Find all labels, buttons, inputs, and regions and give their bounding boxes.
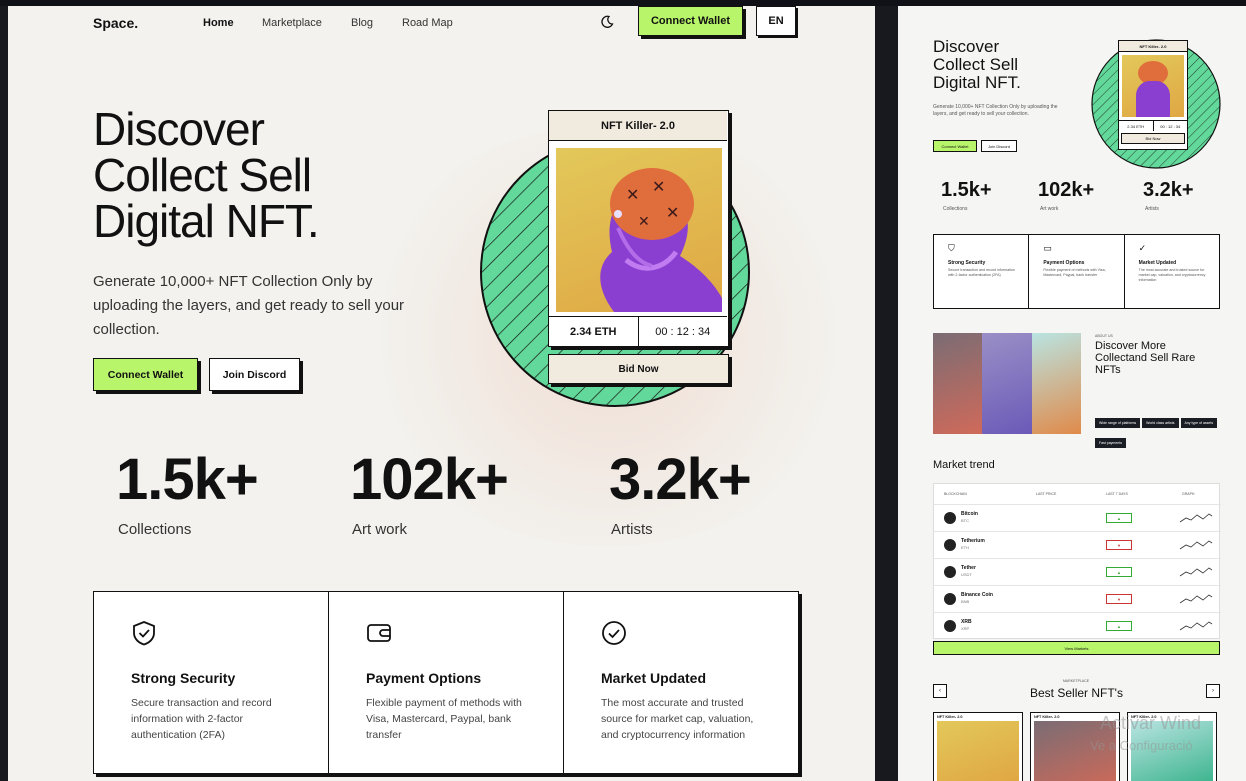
hero-description: Generate 10,000+ NFT Collection Only by … bbox=[93, 273, 405, 338]
preview-feature-2: ▭ Payment Options Flexible payment of me… bbox=[1029, 235, 1125, 308]
shield-check-icon bbox=[133, 621, 155, 646]
hero-title: Discover Collect Sell Digital NFT. bbox=[93, 103, 320, 247]
full-page-preview: Discover Collect Sell Digital NFT. Generat… bbox=[898, 6, 1246, 781]
nav-blog[interactable]: Blog bbox=[351, 17, 373, 29]
feature-title: Market Updated bbox=[601, 670, 707, 686]
logo[interactable]: Space. bbox=[93, 15, 138, 31]
check-circle-icon: ✓ bbox=[1138, 243, 1147, 253]
table-row[interactable]: XRB XRP ▲ bbox=[934, 612, 1221, 639]
table-row[interactable]: Bitcoin BTC ▲ bbox=[934, 504, 1221, 531]
preview-nft-artwork bbox=[1122, 55, 1184, 117]
nft-timer: 00 : 12 : 34 bbox=[638, 316, 727, 346]
table-row[interactable]: Tetherium ETH ▼ bbox=[934, 531, 1221, 558]
svg-text:✕: ✕ bbox=[652, 177, 665, 196]
preview-connect-wallet-button[interactable]: Connect Wallet bbox=[933, 140, 977, 152]
preview-hero-title: Discover Collect Sell Digital NFT. bbox=[933, 37, 1021, 92]
moon-icon[interactable] bbox=[600, 15, 614, 29]
svg-text:✕: ✕ bbox=[626, 185, 639, 204]
feature-market-updated: Market Updated The most accurate and tru… bbox=[564, 592, 798, 773]
svg-text:✕: ✕ bbox=[666, 203, 679, 222]
nft-price: 2.34 ETH bbox=[549, 316, 639, 346]
nft-artwork-image: ✕ ✕ ✕ ✕ bbox=[556, 148, 722, 312]
table-row[interactable]: Tether USDT ▲ bbox=[934, 558, 1221, 585]
nft-card-frame: NFT Killer- 2.0 ✕ ✕ ✕ ✕ 2.34 ETH 00 : 12… bbox=[548, 110, 729, 347]
preview-nft-card[interactable]: NFT Killer- 2.0 2.34 ETH 00 : 12 : 34 Bi… bbox=[1118, 40, 1188, 150]
windows-activation-watermark-sub: Ve a Configuració bbox=[1090, 738, 1193, 753]
preview-stat-2: 102k+ bbox=[1038, 179, 1095, 201]
preview-feature-1: ⛉ Strong Security Secure transaction and… bbox=[934, 235, 1030, 308]
bid-now-button[interactable]: Bid Now bbox=[548, 354, 729, 384]
wallet-icon bbox=[367, 624, 391, 642]
feature-desc: Flexible payment of methods with Visa, M… bbox=[366, 697, 522, 741]
shield-check-icon: ⛉ bbox=[948, 243, 955, 253]
join-discord-button[interactable]: Join Discord bbox=[209, 358, 300, 391]
svg-text:✕: ✕ bbox=[638, 214, 650, 230]
preview-stat-2-label: Art work bbox=[1040, 206, 1059, 212]
stat-artwork-number: 102k+ bbox=[350, 447, 509, 512]
stat-artists-number: 3.2k+ bbox=[609, 447, 752, 512]
feature-payment-options: Payment Options Flexible payment of meth… bbox=[329, 592, 564, 773]
nav-home[interactable]: Home bbox=[203, 17, 234, 29]
preview-discover-images bbox=[933, 333, 1081, 434]
wallet-icon: ▭ bbox=[1043, 243, 1052, 253]
nav-marketplace[interactable]: Marketplace bbox=[262, 17, 322, 29]
preview-discover-title: Discover More Collectand Sell Rare NFTs bbox=[1095, 340, 1196, 376]
hero-nft-card[interactable]: NFT Killer- 2.0 ✕ ✕ ✕ ✕ 2.34 ETH 00 : 12… bbox=[548, 110, 729, 384]
preview-nft-footer: 2.34 ETH 00 : 12 : 34 bbox=[1119, 120, 1187, 131]
preview-view-markets-button[interactable]: View Markets bbox=[933, 641, 1220, 655]
hero-connect-wallet-button[interactable]: Connect Wallet bbox=[93, 358, 198, 391]
preview-features: ⛉ Strong Security Secure transaction and… bbox=[933, 234, 1220, 309]
preview-discover-label: ABOUT US bbox=[1095, 334, 1113, 338]
preview-market-title: Market trend bbox=[933, 459, 995, 471]
preview-best-title: Best Seller NFT's bbox=[1030, 686, 1123, 700]
stat-artwork-label: Art work bbox=[352, 521, 408, 538]
preview-stat-3-label: Artists bbox=[1145, 206, 1159, 212]
preview-market-table: BLOCKCHAIN LAST PRICE LAST 7 DAYS GRAPH … bbox=[933, 483, 1221, 639]
prev-arrow-button[interactable]: ‹ bbox=[933, 684, 947, 698]
check-circle-icon bbox=[602, 621, 626, 645]
windows-activation-watermark: Activar Wind bbox=[1100, 713, 1202, 733]
stat-collections-number: 1.5k+ bbox=[116, 447, 259, 512]
feature-desc: Secure transaction and record informatio… bbox=[131, 697, 272, 741]
best-seller-card[interactable]: NFT Killer- 2.0 bbox=[933, 712, 1023, 781]
stat-collections-label: Collections bbox=[118, 521, 192, 538]
feature-desc: The most accurate and trusted source for… bbox=[601, 697, 754, 741]
feature-title: Payment Options bbox=[366, 670, 482, 686]
preview-join-discord-button[interactable]: Join Discord bbox=[981, 140, 1017, 152]
preview-stat-3: 3.2k+ bbox=[1143, 179, 1194, 201]
preview-best-label: MARKETPLACE bbox=[1063, 679, 1090, 683]
nft-card-footer: 2.34 ETH 00 : 12 : 34 bbox=[549, 316, 727, 346]
feature-strong-security: Strong Security Secure transaction and r… bbox=[94, 592, 329, 773]
nav-roadmap[interactable]: Road Map bbox=[402, 17, 453, 29]
preview-stat-1: 1.5k+ bbox=[941, 179, 992, 201]
main-page: Space. Home Marketplace Blog Road Map Co… bbox=[8, 6, 875, 781]
language-button[interactable]: EN bbox=[756, 6, 796, 36]
next-arrow-button[interactable]: › bbox=[1206, 684, 1220, 698]
features-panel: Strong Security Secure transaction and r… bbox=[93, 591, 799, 774]
nav-connect-wallet-button[interactable]: Connect Wallet bbox=[638, 6, 743, 36]
stat-artists-label: Artists bbox=[611, 521, 653, 538]
feature-title: Strong Security bbox=[131, 670, 236, 686]
market-table-header: BLOCKCHAIN LAST PRICE LAST 7 DAYS GRAPH bbox=[944, 492, 1195, 496]
table-row[interactable]: Binance Coin BNB ▼ bbox=[934, 585, 1221, 612]
preview-discover-tags: Wide range of platforms World class artis… bbox=[1095, 411, 1225, 451]
nft-card-title: NFT Killer- 2.0 bbox=[549, 111, 727, 141]
preview-bid-button[interactable]: Bid Now bbox=[1121, 133, 1185, 144]
preview-hero-desc: Generate 10,000+ NFT Collection Only by … bbox=[933, 104, 1058, 117]
preview-nft-card-title: NFT Killer- 2.0 bbox=[1119, 41, 1187, 52]
preview-stat-1-label: Collections bbox=[943, 206, 968, 212]
preview-feature-3: ✓ Market Updated The most accurate and t… bbox=[1125, 235, 1219, 308]
